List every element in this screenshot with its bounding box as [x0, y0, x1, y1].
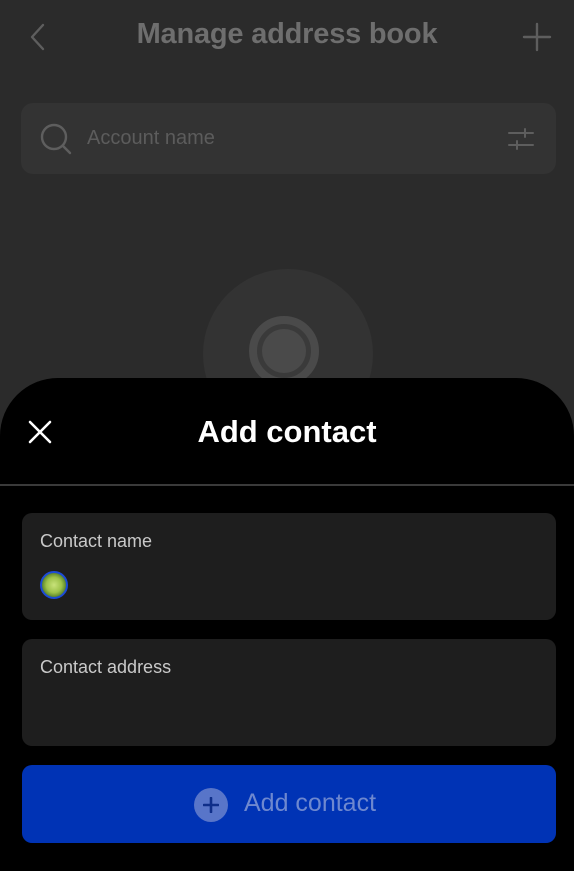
filter-sliders-icon[interactable]: [508, 127, 534, 151]
page-title: Manage address book: [136, 18, 438, 50]
search-placeholder: Account name: [87, 127, 215, 149]
contact-name-field[interactable]: Contact name: [22, 513, 556, 620]
add-contact-button[interactable]: Add contact: [22, 765, 556, 843]
add-contact-button-label: Add contact: [244, 789, 377, 817]
contact-name-label: Contact name: [40, 531, 153, 551]
contact-address-label: Contact address: [40, 657, 172, 677]
plus-circle-icon: [194, 788, 228, 822]
contact-address-field[interactable]: Contact address: [22, 639, 556, 746]
avatar-icon: [40, 571, 68, 599]
search-icon: [39, 122, 73, 156]
search-bar[interactable]: Account name: [21, 103, 556, 174]
add-contact-sheet: Add contact Contact name Contact address…: [0, 378, 574, 871]
add-plus-icon[interactable]: [520, 20, 554, 54]
sheet-title: Add contact: [197, 414, 377, 449]
divider: [0, 484, 574, 486]
page-header: Manage address book: [0, 0, 574, 76]
